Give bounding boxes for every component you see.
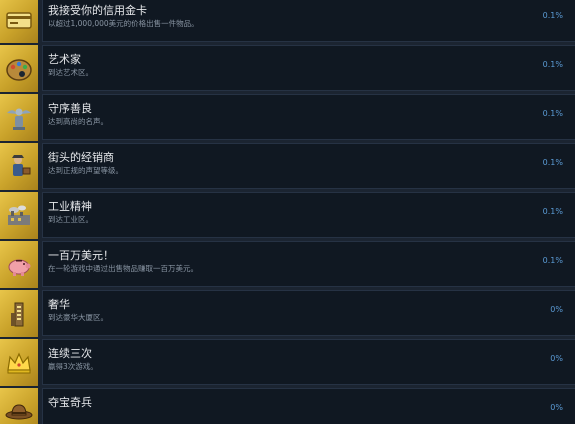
unlock-percentage: 0.1%	[542, 60, 563, 69]
achievement-description: 在一轮游戏中通过出售物品赚取一百万美元。	[48, 264, 198, 273]
unlock-percentage: 0.1%	[542, 256, 563, 265]
achievement-description: 达到高尚的名声。	[48, 117, 108, 126]
achievement-description: 达到正规的声望等级。	[48, 166, 123, 175]
industry-icon	[0, 192, 38, 239]
achievement-panel: 奢华 到达豪华大厦区。 0%	[42, 290, 575, 336]
unlock-percentage: 0.1%	[542, 158, 563, 167]
unlock-percentage: 0.1%	[542, 11, 563, 20]
achievement-title: 工业精神	[48, 200, 92, 213]
unlock-percentage: 0%	[550, 403, 563, 412]
crown-icon	[0, 339, 38, 386]
achievement-panel: 夺宝奇兵 0%	[42, 388, 575, 424]
achievement-panel: 一百万美元！ 在一轮游戏中通过出售物品赚取一百万美元。 0.1%	[42, 241, 575, 287]
achievement-title: 艺术家	[48, 53, 81, 66]
achievement-row[interactable]: 工业精神 到达工业区。 0.1%	[0, 192, 575, 239]
achievement-panel: 工业精神 到达工业区。 0.1%	[42, 192, 575, 238]
achievement-description: 以超过1,000,000美元的价格出售一件物品。	[48, 19, 199, 28]
luxury-tower-icon	[0, 290, 38, 337]
palette-icon	[0, 45, 38, 92]
achievement-panel: 我接受你的信用金卡 以超过1,000,000美元的价格出售一件物品。 0.1%	[42, 0, 575, 42]
unlock-percentage: 0%	[550, 354, 563, 363]
achievement-description: 到达工业区。	[48, 215, 93, 224]
achievement-row[interactable]: 夺宝奇兵 0%	[0, 388, 575, 424]
achievement-row[interactable]: 艺术家 到达艺术区。 0.1%	[0, 45, 575, 92]
unlock-percentage: 0.1%	[542, 207, 563, 216]
achievement-row[interactable]: 一百万美元！ 在一轮游戏中通过出售物品赚取一百万美元。 0.1%	[0, 241, 575, 288]
achievement-title: 连续三次	[48, 347, 92, 360]
achievement-row[interactable]: 连续三次 赢得3次游戏。 0%	[0, 339, 575, 386]
achievement-description: 到达豪华大厦区。	[48, 313, 108, 322]
achievement-title: 守序善良	[48, 102, 92, 115]
achievement-panel: 街头的经销商 达到正规的声望等级。 0.1%	[42, 143, 575, 189]
credit-card-icon	[0, 0, 38, 43]
achievement-panel: 艺术家 到达艺术区。 0.1%	[42, 45, 575, 91]
achievement-title: 街头的经销商	[48, 151, 114, 164]
unlock-percentage: 0%	[550, 305, 563, 314]
achievement-description: 赢得3次游戏。	[48, 362, 98, 371]
achievement-row[interactable]: 街头的经销商 达到正规的声望等级。 0.1%	[0, 143, 575, 190]
achievement-title: 夺宝奇兵	[48, 396, 92, 409]
achievement-title: 我接受你的信用金卡	[48, 4, 147, 17]
achievement-panel: 连续三次 赢得3次游戏。 0%	[42, 339, 575, 385]
achievement-row[interactable]: 守序善良 达到高尚的名声。 0.1%	[0, 94, 575, 141]
achievement-row[interactable]: 我接受你的信用金卡 以超过1,000,000美元的价格出售一件物品。 0.1%	[0, 0, 575, 43]
unlock-percentage: 0.1%	[542, 109, 563, 118]
explorer-hat-icon	[0, 388, 38, 424]
achievement-row[interactable]: 奢华 到达豪华大厦区。 0%	[0, 290, 575, 337]
achievement-title: 一百万美元！	[48, 249, 114, 262]
achievement-list: 我接受你的信用金卡 以超过1,000,000美元的价格出售一件物品。 0.1% …	[0, 0, 575, 424]
street-dealer-icon	[0, 143, 38, 190]
achievement-panel: 守序善良 达到高尚的名声。 0.1%	[42, 94, 575, 140]
achievement-description: 到达艺术区。	[48, 68, 93, 77]
piggy-bank-icon	[0, 241, 38, 288]
achievement-title: 奢华	[48, 298, 70, 311]
angel-statue-icon	[0, 94, 38, 141]
